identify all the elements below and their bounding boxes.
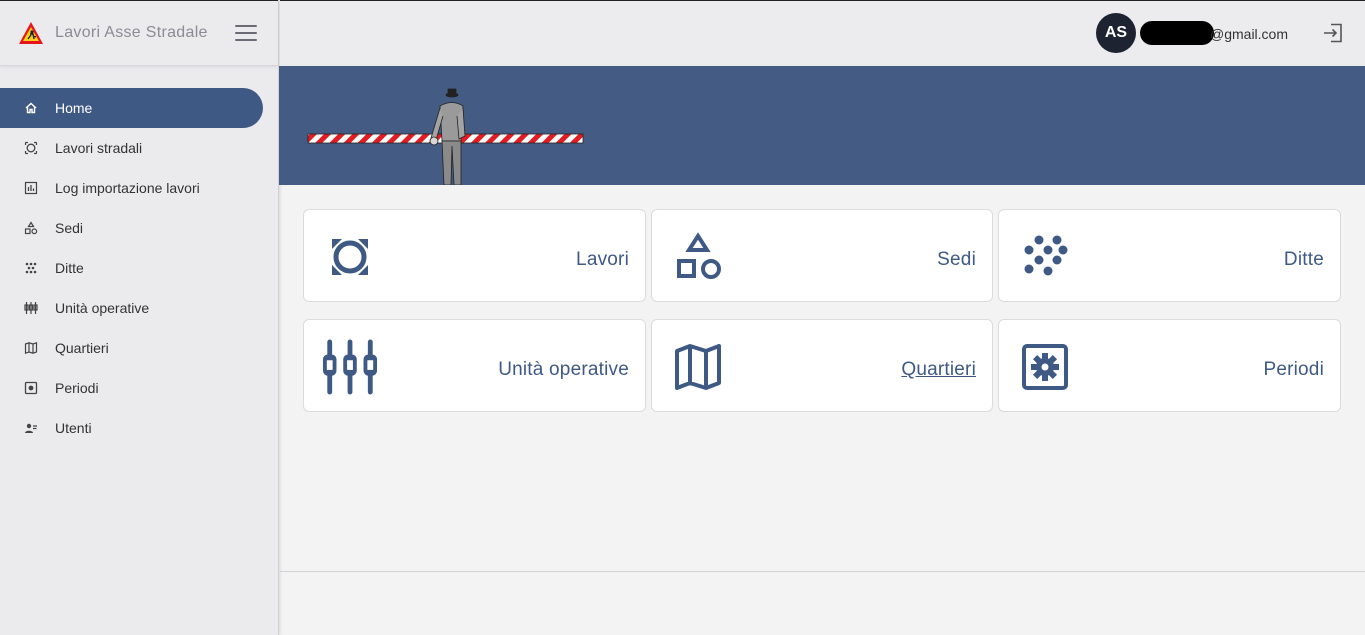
card-label: Quartieri xyxy=(901,359,976,380)
sliders-icon xyxy=(24,301,38,315)
sidebar-item-utenti[interactable]: Utenti xyxy=(0,408,278,448)
sidebar-item-label: Sedi xyxy=(55,220,84,236)
redacted-email-mask xyxy=(1140,21,1214,45)
card-label: Sedi xyxy=(937,249,976,270)
sidebar-item-log-importazione[interactable]: Log importazione lavori xyxy=(0,168,278,208)
sliders-icon xyxy=(322,339,378,395)
users-icon xyxy=(24,421,38,435)
avatar[interactable]: AS xyxy=(1096,13,1136,53)
card-sedi[interactable]: Sedi xyxy=(651,209,993,302)
sidebar: Lavori Asse Stradale Home Lavori stradal… xyxy=(0,0,279,635)
road-barrier-illustration xyxy=(307,88,584,185)
sidebar-item-sedi[interactable]: Sedi xyxy=(0,208,278,248)
map-icon xyxy=(670,342,726,392)
hamburger-menu-icon[interactable] xyxy=(235,25,257,41)
card-label: Lavori xyxy=(576,249,629,270)
chart-log-icon xyxy=(24,181,38,195)
sidebar-item-label: Unità operative xyxy=(55,300,150,316)
user-email: @gmail.com xyxy=(1210,26,1289,42)
card-lavori[interactable]: Lavori xyxy=(303,209,646,302)
hero-banner xyxy=(279,66,1365,185)
sidebar-item-quartieri[interactable]: Quartieri xyxy=(0,328,278,368)
sidebar-item-home[interactable]: Home xyxy=(0,88,263,128)
card-label: Periodi xyxy=(1263,359,1324,380)
card-unita-operative[interactable]: Unità operative xyxy=(303,319,646,412)
sidebar-item-lavori-stradali[interactable]: Lavori stradali xyxy=(0,128,278,168)
footer-divider xyxy=(280,571,1365,572)
sidebar-item-label: Log importazione lavori xyxy=(55,180,200,196)
card-quartieri[interactable]: Quartieri xyxy=(651,319,993,412)
sidebar-item-label: Periodi xyxy=(55,380,99,396)
logout-icon[interactable] xyxy=(1322,23,1344,43)
sidebar-item-label: Home xyxy=(55,100,93,116)
sidebar-nav: Home Lavori stradali Log importazione la… xyxy=(0,66,278,448)
top-bar: AS @gmail.com xyxy=(280,0,1365,66)
app-title: Lavori Asse Stradale xyxy=(55,24,208,41)
settings-box-icon xyxy=(1017,342,1073,392)
card-label: Unità operative xyxy=(498,359,629,380)
settings-box-icon xyxy=(24,381,38,395)
dots-grid-icon xyxy=(24,261,38,275)
home-icon xyxy=(24,101,38,115)
map-icon xyxy=(24,341,38,355)
shapes-icon xyxy=(670,232,726,282)
card-ditte[interactable]: Ditte xyxy=(998,209,1341,302)
sidebar-item-label: Lavori stradali xyxy=(55,140,143,156)
brand-header: Lavori Asse Stradale xyxy=(0,0,278,66)
sidebar-item-label: Ditte xyxy=(55,260,84,276)
sidebar-item-unita-operative[interactable]: Unità operative xyxy=(0,288,278,328)
card-periodi[interactable]: Periodi xyxy=(998,319,1341,412)
road-work-icon xyxy=(24,141,38,155)
card-label: Ditte xyxy=(1283,249,1324,270)
sidebar-item-periodi[interactable]: Periodi xyxy=(0,368,278,408)
road-work-icon xyxy=(322,232,378,282)
dots-grid-icon xyxy=(1017,232,1073,282)
road-warning-logo-icon xyxy=(19,22,43,44)
shapes-icon xyxy=(24,221,38,235)
sidebar-item-label: Utenti xyxy=(55,420,92,436)
sidebar-item-ditte[interactable]: Ditte xyxy=(0,248,278,288)
dashboard-cards: Lavori Sedi Ditte Unità operative Quarti… xyxy=(303,209,1341,412)
sidebar-item-label: Quartieri xyxy=(55,340,109,356)
